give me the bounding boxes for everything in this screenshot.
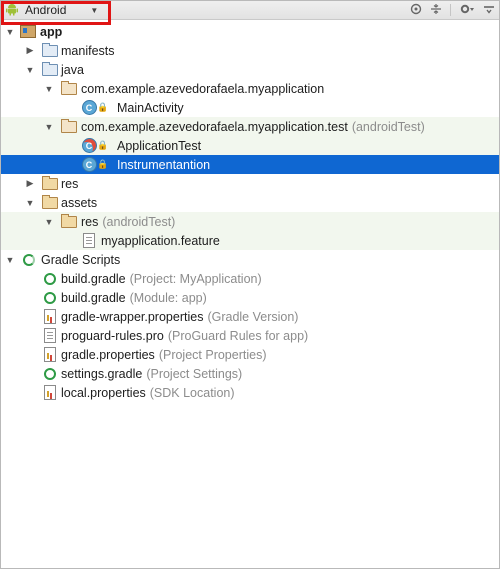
- package-folder-icon: [61, 80, 77, 96]
- expanded-arrow-icon[interactable]: ▼: [25, 198, 35, 208]
- tree-node-label-group: gradle.properties (Project Properties): [61, 348, 267, 362]
- tree-node-gradle-properties[interactable]: gradle.properties (Project Properties): [1, 345, 499, 364]
- lock-icon: 🔒: [97, 140, 109, 150]
- gradle-file-icon: [42, 291, 58, 305]
- tree-node-label: java: [61, 62, 84, 77]
- tree-node-local-properties[interactable]: local.properties (SDK Location): [1, 383, 499, 402]
- tree-node-label-group: proguard-rules.pro (ProGuard Rules for ap…: [61, 329, 308, 343]
- text-file-icon: [81, 233, 97, 248]
- collapse-icon[interactable]: [430, 3, 442, 18]
- module-icon: [20, 25, 36, 39]
- tree-node-label: proguard-rules.pro: [61, 328, 164, 343]
- tree-node-label: assets: [61, 195, 98, 210]
- expanded-arrow-icon[interactable]: ▼: [44, 122, 54, 132]
- hide-icon[interactable]: [483, 3, 495, 18]
- tree-node-hint: (SDK Location): [149, 385, 235, 400]
- tree-node-hint: (androidTest): [102, 214, 176, 229]
- properties-file-icon: [42, 347, 58, 362]
- properties-file-icon: [42, 385, 58, 400]
- tree-node-label: Instrumentantion: [117, 157, 211, 172]
- tree-node-label: com.example.azevedorafaela.myapplication…: [81, 119, 348, 134]
- tree-node-hint: (ProGuard Rules for app): [167, 328, 309, 343]
- collapsed-arrow-icon[interactable]: ▶: [25, 178, 35, 189]
- tree-node-label: gradle-wrapper.properties: [61, 309, 204, 324]
- toolbar-divider: [450, 4, 451, 16]
- gradle-file-icon: [42, 367, 58, 381]
- tree-node-hint: (Module: app): [129, 290, 207, 305]
- tree-node-application-test[interactable]: C 🔒 ApplicationTest: [1, 136, 499, 155]
- tree-node-label: gradle.properties: [61, 347, 155, 362]
- package-folder-icon: [61, 118, 77, 134]
- tree-node-hint: (Project Properties): [158, 347, 267, 362]
- tree-node-package-main[interactable]: ▼ com.example.azevedorafaela.myapplicati…: [1, 79, 499, 98]
- resource-folder-icon: [61, 213, 77, 229]
- tree-node-assets[interactable]: ▼ assets: [1, 193, 499, 212]
- tree-node-label: settings.gradle: [61, 366, 143, 381]
- folder-icon: [42, 42, 58, 58]
- folder-icon: [42, 61, 58, 77]
- tree-node-label: manifests: [61, 43, 115, 58]
- resource-folder-icon: [42, 175, 58, 191]
- expanded-arrow-icon[interactable]: ▼: [5, 27, 15, 37]
- tree-node-assets-res[interactable]: ▼ res (androidTest): [1, 212, 499, 231]
- tree-node-label: Gradle Scripts: [41, 252, 121, 267]
- tree-node-label-group: gradle-wrapper.properties (Gradle Version…: [61, 310, 298, 324]
- gradle-file-icon: [42, 272, 58, 286]
- tree-node-instrumentation[interactable]: C 🔒 Instrumentantion: [1, 155, 499, 174]
- scope-icon[interactable]: [410, 3, 422, 18]
- expanded-arrow-icon[interactable]: ▼: [44, 84, 54, 94]
- tree-node-label: build.gradle: [61, 290, 126, 305]
- tree-node-label: MainActivity: [117, 100, 184, 115]
- expanded-arrow-icon[interactable]: ▼: [5, 255, 15, 265]
- tree-node-label: ApplicationTest: [117, 138, 202, 153]
- tree-node-build-gradle-module[interactable]: build.gradle (Module: app): [1, 288, 499, 307]
- tree-node-gradle-wrapper-properties[interactable]: gradle-wrapper.properties (Gradle Version…: [1, 307, 499, 326]
- project-tree: ▼ app ▶ manifests ▼ java ▼ com.example.a…: [1, 22, 499, 402]
- tree-node-res[interactable]: ▶ res: [1, 174, 499, 193]
- tree-node-label: res: [61, 176, 79, 191]
- tree-node-feature-file[interactable]: myapplication.feature: [1, 231, 499, 250]
- tree-node-main-activity[interactable]: C 🔒 MainActivity: [1, 98, 499, 117]
- tree-node-label: local.properties: [61, 385, 146, 400]
- tree-node-label-group: local.properties (SDK Location): [61, 386, 235, 400]
- tree-node-package-test[interactable]: ▼ com.example.azevedorafaela.myapplicati…: [1, 117, 499, 136]
- tree-node-label-group: res (androidTest): [81, 215, 175, 229]
- tree-node-label: com.example.azevedorafaela.myapplication: [81, 81, 325, 96]
- tree-node-label-group: build.gradle (Project: MyApplication): [61, 272, 262, 286]
- settings-icon[interactable]: [459, 3, 475, 18]
- project-panel: Android ▼ ▼ app ▶ manifests ▼ java ▼ com…: [0, 0, 500, 569]
- expanded-arrow-icon[interactable]: ▼: [44, 217, 54, 227]
- tree-node-label: build.gradle: [61, 271, 126, 286]
- tree-node-hint: (Gradle Version): [207, 309, 299, 324]
- expanded-arrow-icon[interactable]: ▼: [25, 65, 35, 75]
- tree-node-hint: (androidTest): [351, 119, 425, 134]
- project-toolbar: Android ▼: [1, 1, 499, 25]
- tree-node-hint: (Project: MyApplication): [129, 271, 262, 286]
- tree-node-proguard-rules[interactable]: proguard-rules.pro (ProGuard Rules for ap…: [1, 326, 499, 345]
- tree-node-manifests[interactable]: ▶ manifests: [1, 41, 499, 60]
- text-file-icon: [42, 328, 58, 343]
- collapsed-arrow-icon[interactable]: ▶: [25, 45, 35, 56]
- tree-node-app[interactable]: ▼ app: [1, 22, 499, 41]
- tree-node-label: myapplication.feature: [101, 233, 220, 248]
- tree-node-label: res: [81, 214, 99, 229]
- gradle-icon: [21, 253, 37, 267]
- tree-node-label-group: settings.gradle (Project Settings): [61, 367, 242, 381]
- tree-node-label-group: build.gradle (Module: app): [61, 291, 207, 305]
- tree-node-build-gradle-project[interactable]: build.gradle (Project: MyApplication): [1, 269, 499, 288]
- tree-node-label: app: [40, 24, 63, 39]
- tree-node-gradle-scripts[interactable]: ▼ Gradle Scripts: [1, 250, 499, 269]
- tree-node-java[interactable]: ▼ java: [1, 60, 499, 79]
- tree-node-settings-gradle[interactable]: settings.gradle (Project Settings): [1, 364, 499, 383]
- lock-icon: 🔒: [97, 159, 109, 169]
- lock-icon: 🔒: [97, 102, 109, 112]
- tree-node-hint: (Project Settings): [146, 366, 243, 381]
- properties-file-icon: [42, 309, 58, 324]
- resource-folder-icon: [42, 194, 58, 210]
- tree-node-label-group: com.example.azevedorafaela.myapplication…: [81, 120, 425, 134]
